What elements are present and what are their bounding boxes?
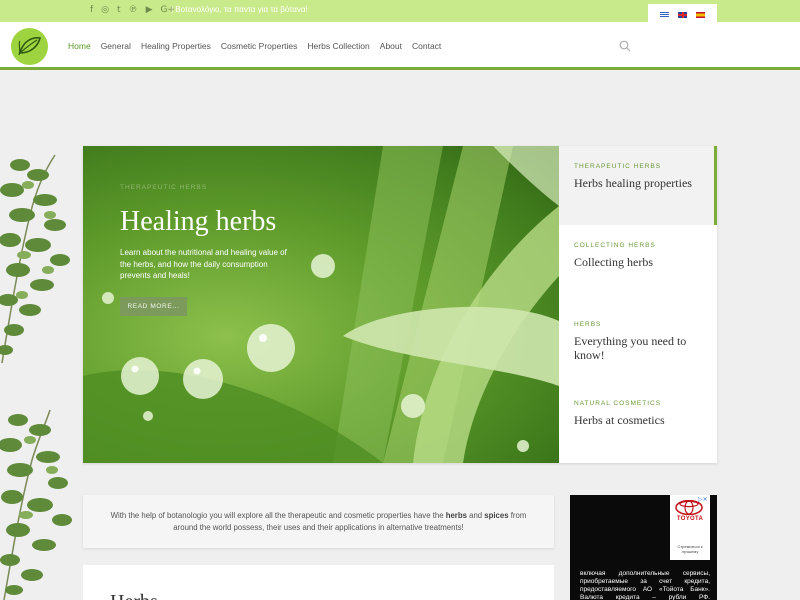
english-flag-icon[interactable] [678,12,687,18]
nav-herbs-collection[interactable]: Herbs Collection [307,41,369,51]
greek-flag-icon[interactable] [660,12,669,18]
site-tagline: | Βοτανολόγιο, τα παντα για τα βότανα! [171,5,308,14]
intro-text: and [466,511,485,520]
ad-slogan: Стремиться к лучшему [677,544,703,554]
main-nav: Home General Healing Properties Cosmetic… [68,41,451,51]
hero-slider: THERAPEUTIC HERBS Healing herbs Learn ab… [83,146,717,463]
hero-kicker: THERAPEUTIC HERBS [120,184,208,191]
facebook-icon[interactable]: f [90,4,93,16]
social-links: f ◎ t ℗ ▶ G+ [90,4,175,16]
nav-general[interactable]: General [101,41,131,51]
read-more-button[interactable]: READ MORE... [120,297,187,316]
herb-branch-icon [0,409,72,600]
site-header: Home General Healing Properties Cosmetic… [0,22,800,70]
side-item-natural-cosmetics[interactable]: NATURAL COSMETICS Herbs at cosmetics [559,383,717,462]
herb-branch-icon [0,154,70,364]
hero-title[interactable]: Healing herbs [120,206,276,238]
intro-box: With the help of botanologio you will ex… [83,495,554,548]
intro-text: With the help of botanologio you will ex… [110,511,446,520]
spanish-flag-icon[interactable] [696,12,705,18]
search-icon[interactable] [619,40,631,52]
intro-bold-herbs: herbs [445,511,467,520]
side-item-kicker: HERBS [574,321,602,328]
nav-contact[interactable]: Contact [412,41,441,51]
nav-cosmetic-properties[interactable]: Cosmetic Properties [221,41,298,51]
instagram-icon[interactable]: ◎ [101,4,109,16]
youtube-icon[interactable]: ▶ [146,4,153,16]
side-item-title: Everything you need to know! [574,334,687,362]
side-item-title: Herbs at cosmetics [574,413,665,427]
twitter-icon[interactable]: t [117,4,121,16]
side-item-title: Herbs healing properties [574,176,692,190]
side-item-kicker: COLLECTING HERBS [574,242,656,249]
card-title: Herbs [110,591,158,600]
nav-healing-properties[interactable]: Healing Properties [141,41,211,51]
intro-bold-spices: spices [484,511,509,520]
hero-side-list: THERAPEUTIC HERBS Herbs healing properti… [559,146,717,463]
side-item-kicker: THERAPEUTIC HERBS [574,163,662,170]
leaf-logo-icon [18,37,41,56]
ad-disclaimer: включая дополнительные сервисы, приобрет… [580,570,710,600]
site-logo[interactable] [11,28,48,65]
side-item-kicker: NATURAL COSMETICS [574,400,662,407]
ad-brand-name: TOYOTA [676,516,704,522]
advertisement[interactable]: ▷✕ TOYOTA Стремиться к лучшему включая д… [570,495,717,600]
aloe-vera-image: THERAPEUTIC HERBS Healing herbs Learn ab… [83,146,559,463]
herbs-card: Herbs [83,565,554,600]
nav-about[interactable]: About [380,41,402,51]
toyota-logo-icon [675,500,703,515]
side-item-therapeutic-herbs[interactable]: THERAPEUTIC HERBS Herbs healing properti… [559,146,717,225]
pinterest-icon[interactable]: ℗ [129,4,138,16]
nav-home[interactable]: Home [68,41,91,51]
side-item-herbs[interactable]: HERBS Everything you need to know! [559,304,717,383]
side-item-title: Collecting herbs [574,255,653,269]
hero-description: Learn about the nutritional and healing … [120,248,287,280]
side-item-collecting-herbs[interactable]: COLLECTING HERBS Collecting herbs [559,225,717,304]
